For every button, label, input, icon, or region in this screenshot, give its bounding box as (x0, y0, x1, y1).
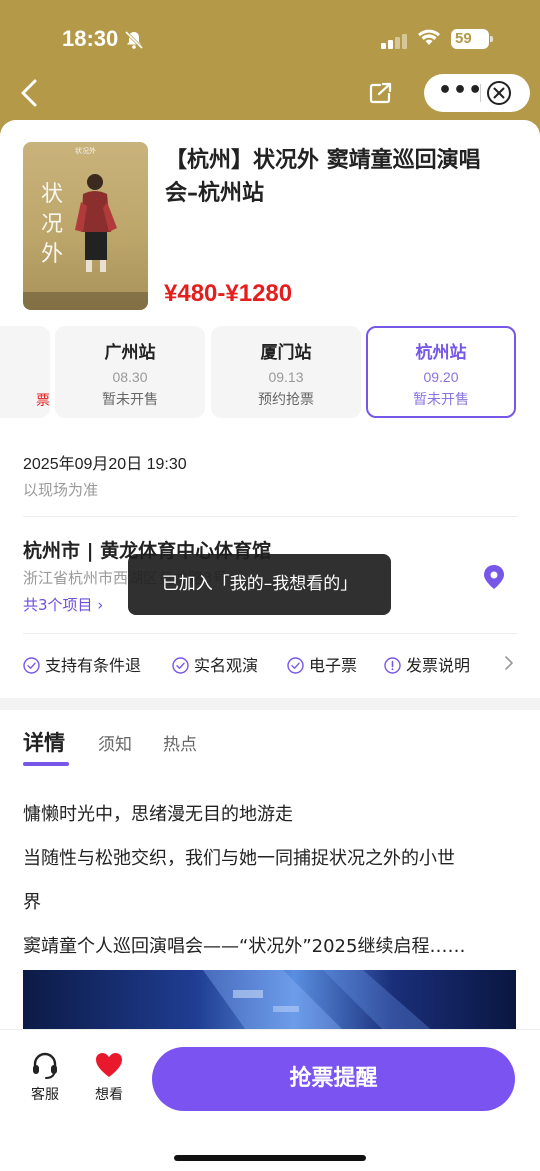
chevron-left-icon[interactable] (18, 78, 42, 108)
detail-text-line: 慵懒时光中，思绪漫无目的地游走 (23, 804, 293, 825)
station-status: 暂未开售 (102, 392, 158, 408)
check-circle-icon (23, 657, 40, 674)
feature-label: 发票说明 (406, 656, 471, 675)
customer-service-label: 客服 (31, 1087, 59, 1103)
bottom-action-bar: 客服 想看 抢票提醒 (0, 1030, 540, 1171)
poster-footer (23, 292, 148, 310)
event-datetime: 2025年09月20日 19:30 (23, 456, 187, 473)
tab-notice[interactable]: 须知 (98, 730, 132, 755)
divider (23, 633, 517, 634)
station-tab-previous[interactable]: 票 (0, 326, 50, 418)
feature-label: 支持有条件退 (45, 656, 142, 675)
station-tab-guangzhou[interactable]: 广州站 08.30 暂未开售 (55, 326, 205, 418)
close-circle-icon[interactable] (486, 80, 512, 106)
tab-details[interactable]: 详情 (23, 727, 65, 757)
detail-text-line: 窦靖童个人巡回演唱会——“状况外”2025继续启程…… (23, 936, 466, 957)
station-status-partial: 票 (36, 393, 50, 409)
event-title: 【杭州】状况外 窦靖童巡回演唱会–杭州站 (165, 148, 481, 206)
info-circle-icon (384, 657, 401, 674)
event-poster[interactable]: 状况外 状 况 外 (23, 142, 148, 310)
want-to-see-label: 想看 (95, 1087, 123, 1103)
chevron-right-icon[interactable] (503, 654, 515, 672)
status-bar: 18:30 59 (0, 0, 540, 78)
station-status: 暂未开售 (413, 392, 469, 408)
detail-text-line: 界 (23, 892, 41, 913)
station-date: 09.13 (268, 369, 304, 385)
check-circle-icon (287, 657, 304, 674)
battery-icon: 59 (451, 29, 493, 49)
ticket-reminder-button[interactable]: 抢票提醒 (152, 1047, 515, 1111)
toast-message: 已加入「我的–我想看的」 (128, 554, 391, 615)
mini-program-capsule: ••• (424, 74, 530, 112)
detail-text-line: 当随性与松弛交织，我们与她一同捕捉状况之外的小世 (23, 848, 455, 869)
capsule-divider (480, 84, 481, 102)
signal-icon (381, 34, 407, 49)
poster-char: 外 (41, 242, 64, 267)
price-range: ¥480-¥1280 (164, 280, 293, 307)
feature-label: 电子票 (309, 656, 358, 675)
projects-link[interactable]: 共3个项目 › (23, 594, 103, 615)
share-icon[interactable] (369, 82, 393, 104)
wifi-icon (418, 29, 440, 45)
station-tab-xiamen[interactable]: 厦门站 09.13 预约抢票 (211, 326, 361, 418)
poster-figure (75, 174, 117, 272)
heart-icon (96, 1053, 122, 1077)
station-name: 杭州站 (415, 343, 467, 363)
divider (23, 516, 517, 517)
poster-char: 状 (41, 182, 64, 207)
feature-label: 实名观演 (194, 656, 259, 675)
station-date: 08.30 (112, 369, 148, 385)
headset-icon (33, 1052, 57, 1079)
location-pin-icon[interactable] (482, 564, 506, 590)
station-name: 厦门站 (260, 343, 312, 363)
station-status: 预约抢票 (258, 392, 314, 408)
tab-hot[interactable]: 热点 (163, 730, 197, 755)
want-to-see-button[interactable]: 想看 (86, 1050, 132, 1104)
section-gap (0, 698, 540, 710)
tab-active-indicator (23, 762, 69, 766)
check-circle-icon (172, 657, 189, 674)
feature-realname: 实名观演 (172, 652, 258, 676)
station-list: 票 广州站 08.30 暂未开售 厦门站 09.13 预约抢票 杭州站 09.2… (0, 326, 540, 418)
station-name: 广州站 (104, 343, 156, 363)
detail-tabs: 详情 须知 热点 (23, 730, 423, 770)
poster-char: 况 (41, 212, 64, 237)
datetime-note: 以现场为准 (23, 481, 99, 499)
feature-eticket: 电子票 (287, 652, 357, 676)
event-detail-sheet: 状况外 状 况 外 【杭州】状况外 窦靖童巡回演唱会–杭州站 ¥480-¥128… (0, 120, 540, 1171)
more-icon[interactable]: ••• (438, 74, 482, 112)
station-date: 09.20 (423, 369, 459, 385)
station-tab-hangzhou[interactable]: 杭州站 09.20 暂未开售 (366, 326, 516, 418)
home-indicator (174, 1155, 366, 1161)
feature-invoice: 发票说明 (384, 652, 470, 676)
service-features[interactable]: 支持有条件退 实名观演 电子票 发票说明 (23, 652, 523, 676)
poster-caption: 状况外 (75, 147, 96, 155)
status-time: 18:30 (62, 26, 119, 51)
customer-service-button[interactable]: 客服 (22, 1050, 68, 1104)
feature-refund: 支持有条件退 (23, 652, 141, 676)
bell-muted-icon (124, 30, 144, 50)
